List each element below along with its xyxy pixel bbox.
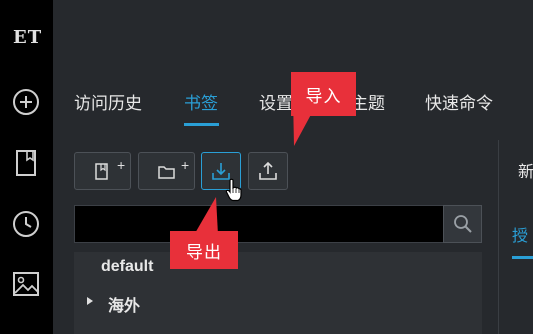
right-tab-indicator (512, 256, 533, 259)
export-callout: 导出 (170, 231, 238, 269)
panel-divider (498, 140, 499, 334)
tab-history[interactable]: 访问历史 (74, 89, 142, 114)
tab-theme[interactable]: 主题 (351, 89, 385, 114)
bookmark-folder[interactable]: 海外 (108, 292, 140, 316)
expand-caret-icon[interactable] (86, 296, 94, 306)
plus-mark: + (181, 157, 190, 173)
search-button[interactable] (443, 205, 482, 243)
plus-mark: + (117, 157, 126, 173)
tab-quick-commands[interactable]: 快速命令 (425, 89, 493, 114)
add-bookmark-button[interactable]: + (74, 152, 131, 190)
right-panel-tab[interactable]: 授 (512, 222, 528, 246)
history-nav-button[interactable] (10, 208, 42, 240)
search-input[interactable] (74, 205, 444, 243)
active-tab-indicator (184, 123, 219, 126)
bookmarks-nav-button[interactable] (10, 147, 42, 179)
right-panel-label: 新 (518, 164, 533, 181)
image-nav-button[interactable] (10, 268, 42, 300)
export-icon (259, 161, 277, 180)
sidebar: ET (0, 0, 53, 334)
plus-circle-icon (13, 89, 39, 115)
add-folder-button[interactable]: + (138, 152, 195, 190)
hand-cursor-icon (225, 178, 242, 202)
new-session-button[interactable] (10, 86, 42, 118)
app-logo: ET (13, 27, 43, 48)
tab-bookmarks[interactable]: 书签 (184, 89, 218, 114)
image-icon (13, 272, 39, 296)
export-button[interactable] (248, 152, 288, 190)
bookmark-item[interactable]: default (101, 258, 153, 276)
bookmark-icon (16, 150, 36, 176)
import-callout: 导入 (291, 72, 356, 116)
search-icon (453, 215, 472, 233)
clock-icon (13, 211, 39, 237)
tab-settings[interactable]: 设置 (259, 89, 293, 114)
